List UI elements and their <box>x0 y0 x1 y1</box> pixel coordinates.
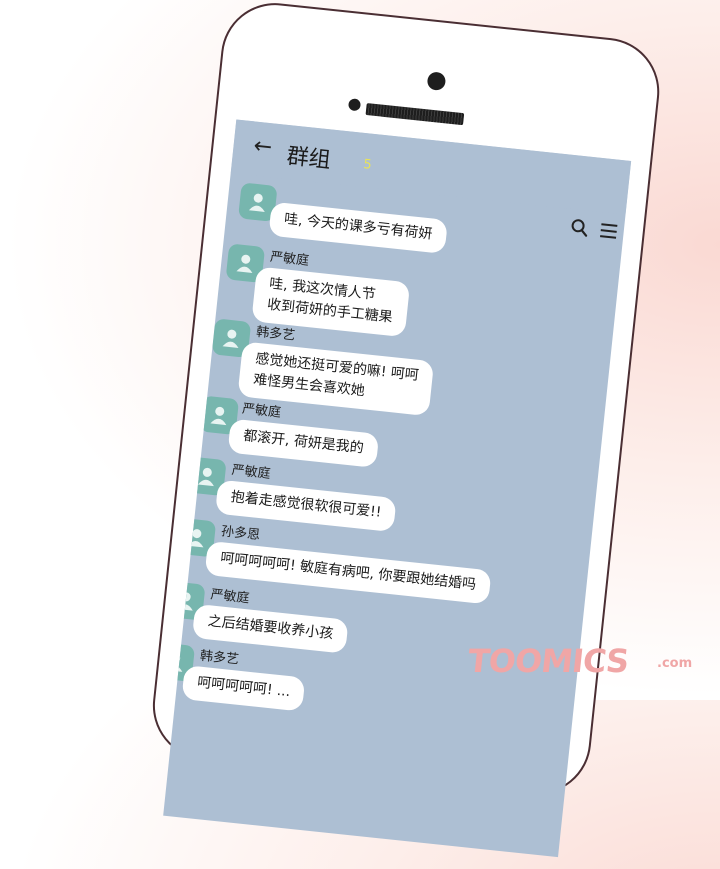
chat-screen: ← 群组 5 哇, 今天的课多亏有荷妍 严敏庭 哇, 我这次情人节 收到荷妍的手… <box>163 119 632 858</box>
phone-scene: ← 群组 5 哇, 今天的课多亏有荷妍 严敏庭 哇, 我这次情人节 收到荷妍的手… <box>0 0 720 858</box>
hamburger-menu-icon[interactable] <box>598 220 620 242</box>
message-item: 孙多恩 呵呵呵呵呵! 敏庭有病吧, 你要跟她结婚吗 <box>176 517 589 605</box>
message-line: 之后结婚要收养小孩 <box>206 613 334 643</box>
sender-name: 严敏庭 <box>241 401 282 421</box>
message-line: 哇, 今天的课多亏有荷妍 <box>283 211 434 243</box>
search-icon[interactable] <box>569 217 591 239</box>
sender-name: 严敏庭 <box>209 587 251 607</box>
message-line: 呵呵呵呵呵! 敏庭有病吧, 你要跟她结婚吗 <box>219 550 477 594</box>
person-icon <box>187 529 204 548</box>
sender-name: 韩多艺 <box>255 324 296 344</box>
sender-name: 严敏庭 <box>230 462 272 482</box>
message-line: 呵呵呵呵呵! ... <box>196 674 292 701</box>
sensor-icon <box>347 98 362 112</box>
member-count-badge: 5 <box>362 157 373 173</box>
message-line: 抱着走感觉很软很可爱!! <box>230 489 383 521</box>
camera-icon <box>426 71 447 92</box>
brand-watermark-suffix: .com <box>657 656 693 671</box>
person-icon <box>176 592 193 611</box>
message-bubble: 呵呵呵呵呵! ... <box>181 665 306 712</box>
sender-name: 韩多艺 <box>199 648 240 668</box>
chat-header: ← 群组 5 <box>230 119 632 215</box>
message-bubble: 哇, 今天的课多亏有荷妍 <box>268 201 448 254</box>
person-icon <box>236 254 253 273</box>
message-item: 韩多艺 感觉她还挺可爱的嘛! 呵呵 难怪男生会喜欢她 <box>211 318 610 417</box>
speaker-grille <box>365 103 465 126</box>
brand-watermark: TOOMICS <box>466 642 631 680</box>
message-item: 严敏庭 抱着走感觉很软很可爱!! <box>187 456 596 533</box>
person-icon <box>166 653 183 672</box>
person-icon <box>210 406 227 426</box>
sender-name: 孙多恩 <box>220 524 261 544</box>
sender-name: 严敏庭 <box>269 249 310 269</box>
page-title: 群组 <box>285 144 332 174</box>
person-icon <box>248 193 265 212</box>
message-line: 都滚开, 荷妍是我的 <box>242 427 365 457</box>
person-icon <box>197 467 214 487</box>
person-icon <box>222 329 239 348</box>
arrow-left-icon[interactable]: ← <box>252 133 273 160</box>
